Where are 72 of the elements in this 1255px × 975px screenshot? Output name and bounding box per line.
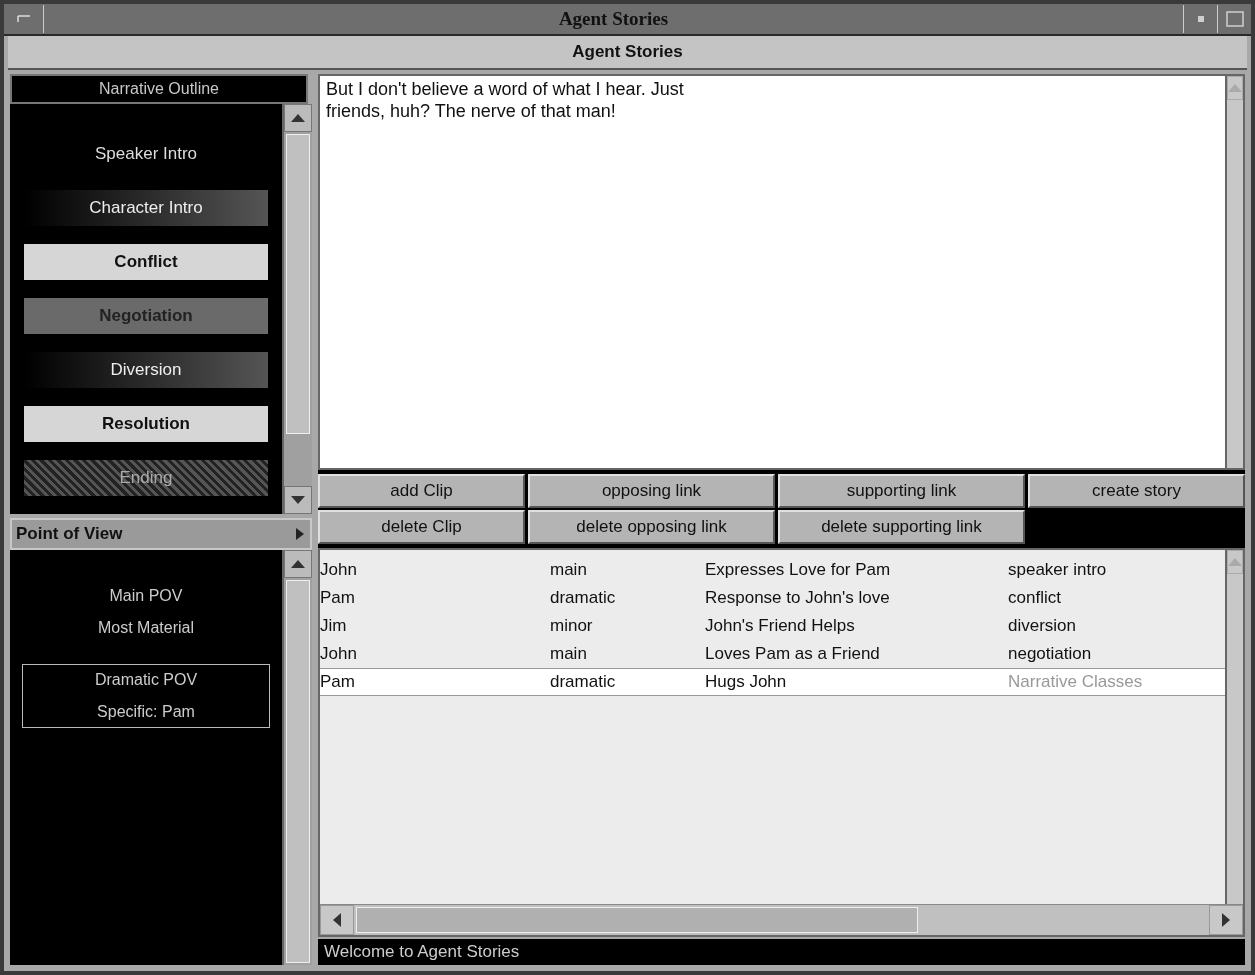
table-cell-text: dramatic xyxy=(550,672,617,692)
outline-item[interactable]: Conflict xyxy=(24,244,268,280)
app-title: Agent Stories xyxy=(572,42,683,62)
scroll-up-button[interactable] xyxy=(284,104,312,132)
outline-item[interactable]: Resolution xyxy=(24,406,268,442)
minimize-icon xyxy=(1197,16,1204,22)
arrow-right-icon xyxy=(296,528,304,540)
table-row[interactable]: John main Expresses Love for Pam speaker intro xyxy=(320,556,1225,584)
menu-bar-icon xyxy=(16,15,31,23)
table-row[interactable]: Pam dramatic Hugs John Narrative Classes xyxy=(320,668,1225,696)
action-button[interactable]: opposing link xyxy=(528,474,775,508)
arrow-left-icon xyxy=(333,913,341,927)
scrollbar[interactable] xyxy=(1225,76,1243,468)
table-cell-text: minor xyxy=(550,616,594,636)
pov-line: Main POV xyxy=(109,587,183,605)
scroll-thumb[interactable] xyxy=(356,907,918,933)
arrow-up-icon xyxy=(1228,558,1242,566)
action-button[interactable]: delete Clip xyxy=(318,510,525,544)
outline-title: Narrative Outline xyxy=(98,80,219,98)
table-row[interactable]: Pam dramatic Response to John's love conflict xyxy=(320,584,1225,612)
scroll-thumb[interactable] xyxy=(286,580,310,963)
table-cell-text: dramatic xyxy=(550,588,617,608)
action-button[interactable]: add Clip xyxy=(318,474,525,508)
action-button[interactable]: create story xyxy=(1028,474,1245,508)
table-cell-text: Loves Pam as a Friend xyxy=(705,644,881,664)
outline-item[interactable]: Ending xyxy=(24,460,268,496)
arrow-down-icon xyxy=(291,496,305,504)
scrollbar[interactable] xyxy=(282,104,312,514)
status-text: Welcome to Agent Stories xyxy=(324,942,520,962)
arrow-up-icon xyxy=(1228,84,1242,92)
placeholder-text: Narrative Classes xyxy=(1008,672,1144,692)
table-cell-text: negotiation xyxy=(1008,644,1093,664)
action-button[interactable]: delete opposing link xyxy=(528,510,775,544)
arrow-right-icon xyxy=(1222,913,1230,927)
table-row[interactable]: John main Loves Pam as a Friend negotiation xyxy=(320,640,1225,668)
pov-option[interactable]: Dramatic POV Specific: Pam xyxy=(22,664,270,728)
action-button[interactable]: delete supporting link xyxy=(778,510,1025,544)
table-cell-text: Pam xyxy=(320,672,356,692)
scroll-up-button[interactable] xyxy=(284,550,312,578)
action-button[interactable]: supporting link xyxy=(778,474,1025,508)
pov-line: Most Material xyxy=(98,619,194,637)
table-cell-text: Pam xyxy=(320,588,356,608)
table-cell-text: diversion xyxy=(1008,616,1078,636)
table-cell-text: John xyxy=(320,560,358,580)
arrow-up-icon xyxy=(291,560,305,568)
scrollbar[interactable] xyxy=(282,550,312,965)
arrow-up-icon xyxy=(291,114,305,122)
pov-header[interactable]: Point of View xyxy=(10,518,312,550)
pov-title: Point of View xyxy=(16,524,123,544)
table-row[interactable]: Jim minor John's Friend Helps diversion xyxy=(320,612,1225,640)
scrollbar[interactable] xyxy=(1225,550,1243,904)
scroll-right-button[interactable] xyxy=(1209,905,1243,935)
table-cell-text: Response to John's love xyxy=(705,588,891,608)
scroll-left-button[interactable] xyxy=(320,905,354,935)
table-cell-text: John's Friend Helps xyxy=(705,616,856,636)
table-cell-text: Jim xyxy=(320,616,348,636)
maximize-icon xyxy=(1225,11,1244,27)
table-cell-text: speaker intro xyxy=(1008,560,1108,580)
pov-line: Specific: Pam xyxy=(97,703,195,721)
scroll-down-button[interactable] xyxy=(284,486,312,514)
pov-line: Dramatic POV xyxy=(94,671,198,689)
table-cell-text: Hugs John xyxy=(705,672,788,692)
table-cell-text: John xyxy=(320,644,358,664)
horizontal-scrollbar[interactable] xyxy=(320,904,1243,935)
table-cell-text: main xyxy=(550,560,588,580)
window-title: Agent Stories xyxy=(557,8,670,30)
table-cell-text: main xyxy=(550,644,588,664)
table-cell-text: Expresses Love for Pam xyxy=(705,560,892,580)
table-cell-text: conflict xyxy=(1008,588,1062,608)
clip-text: But I don't believe a word of what I hear. Just friends, huh? The nerve of that man! xyxy=(326,78,685,122)
pov-option[interactable]: Main POV Most Material xyxy=(22,580,270,644)
scroll-thumb[interactable] xyxy=(286,134,310,435)
